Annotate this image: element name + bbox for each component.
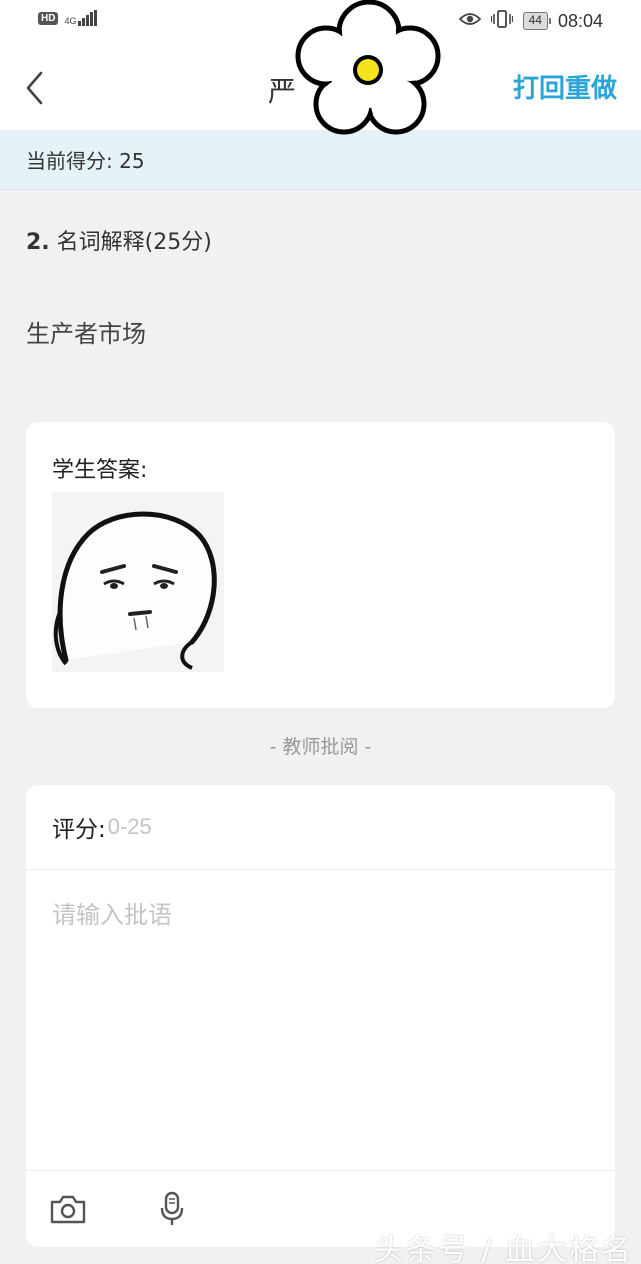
back-button[interactable] [14,66,54,110]
flower-sticker [295,0,441,135]
vibrate-icon [490,10,513,32]
question-term: 生产者市场 [26,320,146,348]
question-title: 名词解释(25分) [56,230,212,255]
score-row: 评分: [26,785,615,870]
student-answer-label: 学生答案: [52,458,148,483]
camera-button[interactable] [46,1189,90,1229]
signal-icon [78,10,98,26]
teacher-review-divider: - 教师批阅 - [269,736,372,758]
status-right: 44 08:04 [458,10,603,32]
status-left: HD 4G [38,10,98,26]
signal-group: 4G [64,10,98,26]
back-chevron-icon [26,71,43,105]
eye-icon [458,11,481,31]
student-answer-card: 学生答案: [26,422,615,708]
current-score-text: 当前得分: 25 [26,149,145,173]
watermark-text: 头条号 / 血大格名 [373,1233,633,1264]
comment-textarea[interactable] [52,895,592,1155]
hd-badge: HD [38,11,59,25]
camera-icon [50,1195,86,1224]
network-type: 4G [64,16,77,26]
microphone-icon [160,1191,184,1225]
clock: 08:04 [557,10,603,31]
question-number: 2. [26,230,50,255]
score-label: 评分: [52,817,106,843]
question-heading: 2. 名词解释(25分) [26,224,212,256]
student-answer-image[interactable] [52,492,224,672]
score-input[interactable] [107,814,308,840]
return-redo-button[interactable]: 打回重做 [513,68,617,105]
review-card: 评分: [26,785,615,1247]
microphone-button[interactable] [150,1189,194,1229]
battery-indicator: 44 [522,12,552,30]
